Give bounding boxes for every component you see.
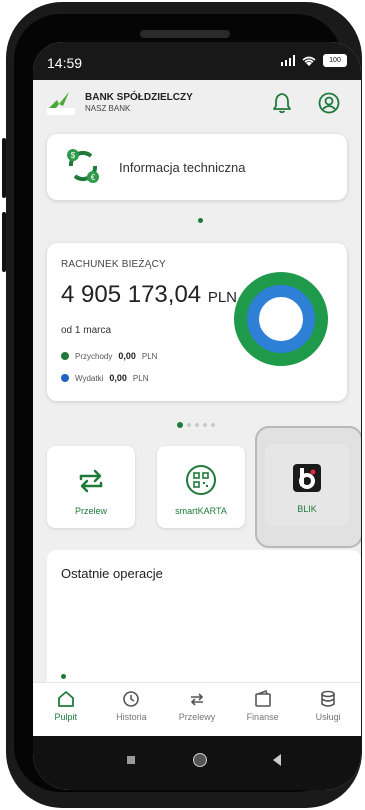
quick-action-blik-label: BLIK: [297, 504, 317, 514]
blik-icon: [293, 464, 321, 492]
expense-label: Wydatki: [75, 373, 104, 383]
bank-name: BANK SPÓŁDZIELCZY NASZ BANK: [85, 92, 193, 114]
bank-name-sub: NASZ BANK: [85, 104, 131, 113]
tab-przelewy[interactable]: Przelewy: [164, 683, 230, 737]
quick-action-transfer[interactable]: Przelew: [47, 446, 135, 528]
volume-button: [2, 138, 6, 198]
expense-currency: PLN: [132, 373, 149, 383]
income-currency: PLN: [141, 351, 158, 361]
pager-dot: [195, 423, 199, 427]
recent-operations-title: Ostatnie operacje: [61, 566, 163, 581]
volume-button-2: [2, 212, 6, 272]
carousel-dot: [198, 218, 203, 223]
transfers-icon: [190, 693, 204, 706]
expense-legend: Wydatki 0,00 PLN: [61, 373, 148, 383]
account-balance: 4 905 173,04 PLN: [61, 281, 237, 309]
balance-amount: 4 905 173,04: [61, 281, 202, 308]
screen: 14:59 100 BANK SPÓŁDZIELCZY NASZ BANK $ …: [33, 42, 361, 790]
recents-button[interactable]: [127, 756, 135, 764]
transfer-icon: [79, 469, 103, 493]
history-icon: [123, 691, 140, 707]
tab-finanse[interactable]: Finanse: [230, 683, 296, 737]
signal-icon: [281, 55, 295, 66]
income-value: 0,00: [118, 351, 136, 361]
app-header: BANK SPÓŁDZIELCZY NASZ BANK: [33, 80, 361, 132]
profile-icon[interactable]: [318, 92, 340, 114]
pager-dot: [211, 423, 215, 427]
tab-uslugi[interactable]: Usługi: [295, 683, 361, 737]
bank-name-text: BANK SPÓŁDZIELCZY: [85, 92, 193, 103]
carousel-pager: [177, 422, 215, 428]
quick-action-smartkarta-label: smartKARTA: [175, 506, 227, 516]
income-label: Przychody: [75, 351, 113, 361]
qr-card-icon: [186, 465, 216, 495]
wallet-icon: [254, 689, 271, 707]
bank-logo: [47, 92, 75, 115]
tab-pulpit-label: Pulpit: [54, 712, 78, 722]
donut-expense-ring: [247, 285, 315, 353]
balance-donut-chart: [234, 272, 328, 366]
quick-action-smartkarta[interactable]: smartKARTA: [157, 446, 245, 528]
technical-info-label: Informacja techniczna: [119, 160, 246, 175]
bell-icon[interactable]: [271, 92, 293, 114]
svg-text:$: $: [71, 151, 76, 160]
tab-finanse-label: Finanse: [246, 712, 279, 722]
quick-action-blik[interactable]: BLIK: [265, 444, 349, 526]
tab-uslugi-label: Usługi: [315, 712, 341, 722]
pager-dot: [203, 423, 207, 427]
wifi-icon: [302, 56, 316, 66]
income-dot: [61, 352, 69, 360]
period-label: od 1 marca: [61, 325, 112, 336]
svg-text:€: €: [91, 173, 96, 182]
tab-historia[interactable]: Historia: [99, 683, 165, 737]
home-button[interactable]: [193, 753, 207, 767]
status-time: 14:59: [47, 55, 83, 71]
expense-dot: [61, 374, 69, 382]
recent-pager-dot: [61, 674, 66, 679]
income-legend: Przychody 0,00 PLN: [61, 351, 157, 361]
tab-historia-label: Historia: [116, 712, 147, 722]
home-icon: [57, 691, 74, 707]
account-title: RACHUNEK BIEŻĄCY: [61, 259, 166, 270]
expense-value: 0,00: [109, 373, 127, 383]
bottom-tab-bar: Pulpit Historia Przelewy Finanse Usługi: [33, 682, 361, 737]
exchange-icon: $ €: [67, 149, 99, 183]
back-button[interactable]: [273, 754, 281, 766]
tab-przelewy-label: Przelewy: [178, 712, 216, 722]
battery-icon: 100: [323, 54, 347, 67]
database-icon: [321, 690, 335, 707]
quick-action-transfer-label: Przelew: [74, 506, 107, 516]
technical-info-card[interactable]: $ € Informacja techniczna: [47, 134, 347, 200]
tab-pulpit[interactable]: Pulpit: [33, 683, 99, 737]
pager-dot: [177, 422, 183, 428]
speaker-notch: [140, 30, 230, 38]
account-card[interactable]: RACHUNEK BIEŻĄCY 4 905 173,04 PLN od 1 m…: [47, 243, 347, 401]
android-nav-bar: [33, 736, 361, 790]
status-bar: 14:59 100: [33, 42, 361, 80]
pager-dot: [187, 423, 191, 427]
